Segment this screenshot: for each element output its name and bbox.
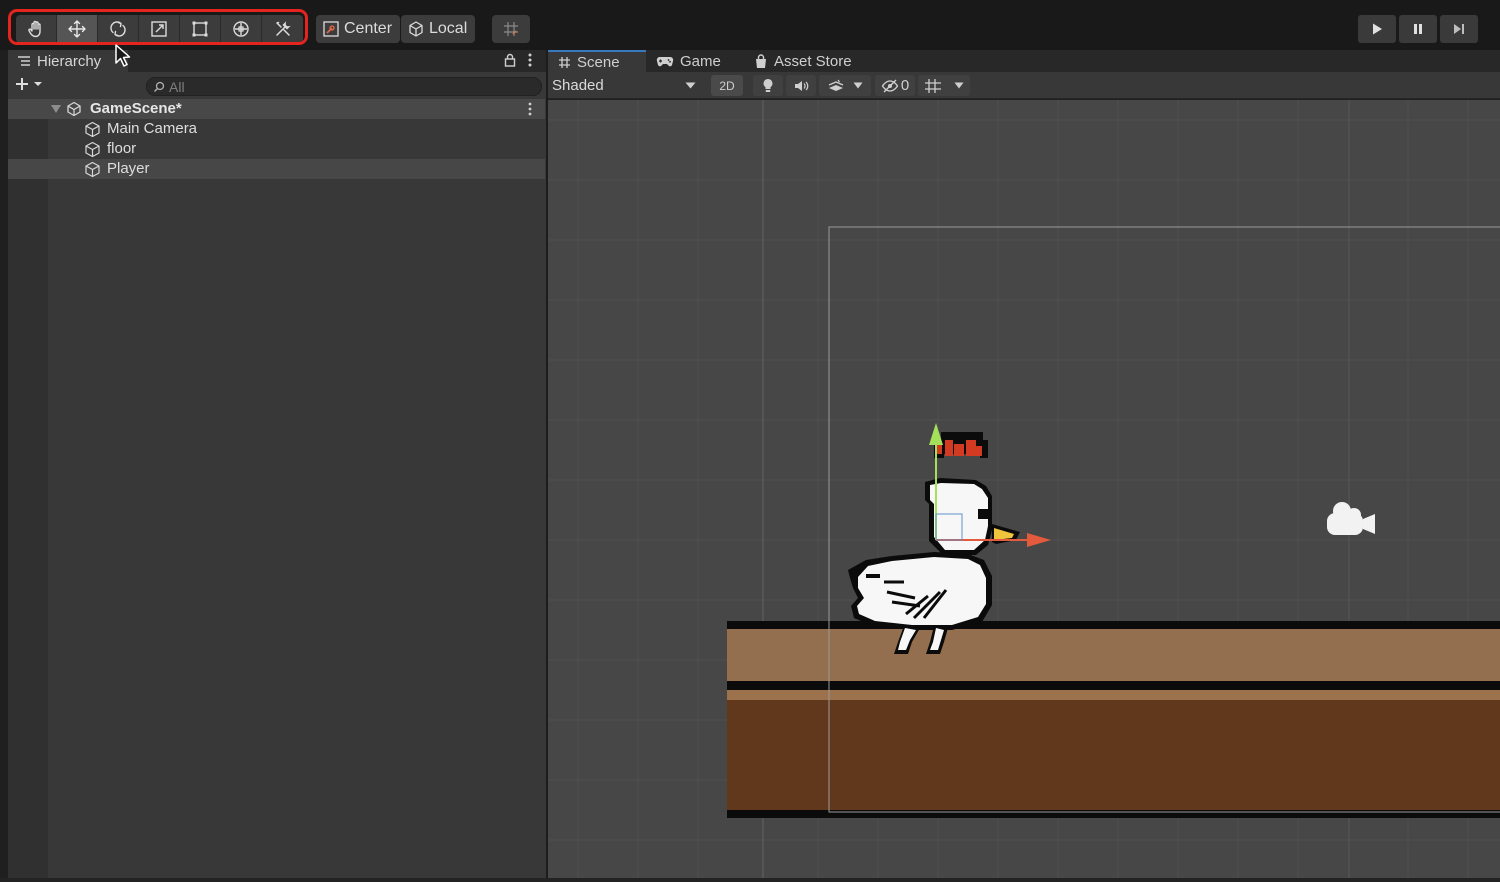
grid-snap-icon: [504, 22, 518, 36]
tab-scene[interactable]: Scene: [548, 50, 646, 72]
pause-button[interactable]: [1399, 15, 1437, 43]
list-item-floor[interactable]: floor: [8, 139, 545, 159]
item-label: Player: [107, 160, 150, 177]
grid-icon: [559, 56, 570, 68]
plus-icon: [16, 78, 28, 90]
tool-group-highlight: [8, 9, 308, 45]
grid-visibility-dropdown[interactable]: [918, 75, 970, 96]
shopping-bag-icon: [756, 53, 766, 68]
scene-root-row[interactable]: GameScene*: [8, 99, 545, 119]
item-label: floor: [107, 140, 137, 157]
pivot-rotation-label: Local: [429, 20, 468, 37]
chevron-down-icon: [853, 82, 863, 89]
player-chicken-sprite[interactable]: [848, 432, 1020, 654]
toggle-2d-label: 2D: [719, 78, 735, 93]
hierarchy-list-icon: [18, 56, 30, 66]
mouse-cursor-icon: [115, 44, 131, 67]
expand-arrow-icon[interactable]: [50, 104, 62, 114]
floor-object[interactable]: [727, 621, 1500, 818]
gamepad-icon: [656, 56, 674, 67]
speaker-icon: [795, 80, 809, 91]
search-icon: [154, 81, 165, 92]
hidden-count: 0: [900, 77, 910, 94]
tab-hierarchy[interactable]: Hierarchy: [8, 50, 128, 72]
list-item-main-camera[interactable]: Main Camera: [8, 119, 545, 139]
status-strip: [0, 878, 1500, 882]
hierarchy-search[interactable]: [146, 77, 542, 96]
chevron-down-icon: [34, 82, 42, 86]
pivot-mode-button[interactable]: Center: [316, 15, 401, 43]
pause-icon: [1414, 24, 1422, 34]
list-item-player[interactable]: Player: [8, 159, 545, 179]
effects-dropdown[interactable]: [819, 75, 871, 96]
gameobject-cube-icon: [85, 121, 100, 138]
hierarchy-panel: Hierarchy GameScene* Main Camera floo: [8, 50, 546, 882]
shading-mode-value: Shaded: [552, 77, 604, 94]
gameobject-cube-icon: [85, 161, 100, 178]
chevron-down-icon: [954, 82, 964, 89]
hidden-objects-toggle[interactable]: 0: [875, 75, 915, 96]
search-input[interactable]: [169, 78, 529, 95]
tab-game[interactable]: Game: [656, 50, 746, 72]
eye-hidden-icon: [881, 79, 899, 92]
tab-asset-store[interactable]: Asset Store: [754, 50, 894, 72]
play-button[interactable]: [1358, 15, 1396, 43]
tab-scene-label: Scene: [577, 53, 620, 71]
tab-game-label: Game: [680, 52, 721, 70]
play-icon: [1373, 23, 1382, 35]
scene-toolbar: Shaded 2D 0: [548, 72, 1500, 99]
hierarchy-title: Hierarchy: [37, 52, 102, 70]
panel-menu-icon[interactable]: [527, 52, 533, 68]
hierarchy-tab-bar: Hierarchy: [8, 50, 546, 72]
scene-name: GameScene*: [90, 100, 182, 117]
camera-gizmo-icon[interactable]: [1327, 502, 1375, 535]
lightbulb-icon: [763, 79, 773, 92]
lock-icon[interactable]: [504, 53, 516, 67]
shading-mode-dropdown[interactable]: Shaded: [552, 75, 704, 96]
play-controls: [1358, 15, 1478, 43]
audio-toggle[interactable]: [786, 75, 816, 96]
scene-tab-bar: Scene Game Asset Store: [548, 50, 1500, 72]
step-icon: [1454, 24, 1464, 34]
grid-snap-button[interactable]: [492, 15, 530, 43]
effects-layers-icon: [828, 79, 844, 91]
hierarchy-tree: GameScene* Main Camera floor Player: [8, 99, 546, 882]
tab-asset-store-label: Asset Store: [774, 52, 852, 70]
step-button[interactable]: [1440, 15, 1478, 43]
pivot-center-icon: [323, 21, 339, 37]
grid-toggle-icon: [925, 78, 941, 93]
hierarchy-toolbar: [8, 74, 546, 98]
unity-scene-icon: [67, 101, 81, 117]
gameobject-cube-icon: [85, 141, 100, 158]
lighting-toggle[interactable]: [753, 75, 783, 96]
scene-viewport[interactable]: [548, 100, 1500, 878]
pivot-mode-label: Center: [344, 20, 393, 37]
item-label: Main Camera: [107, 120, 198, 137]
toggle-2d-button[interactable]: 2D: [711, 75, 743, 96]
pivot-rotation-button[interactable]: Local: [401, 15, 476, 43]
scene-canvas: [548, 100, 1500, 878]
main-toolbar: Center Local: [0, 0, 1500, 50]
tree-gutter: [8, 99, 48, 882]
create-object-button[interactable]: [14, 76, 43, 92]
local-cube-icon: [409, 21, 423, 37]
scene-menu-icon[interactable]: [527, 101, 533, 117]
chevron-down-icon: [685, 82, 696, 89]
